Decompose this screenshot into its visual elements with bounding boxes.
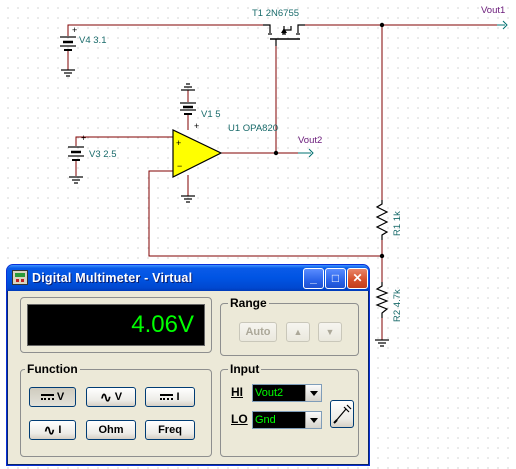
t1-label: T1 2N6755: [252, 8, 299, 19]
reading-display: 4.06V: [27, 304, 205, 346]
dc-voltage-button[interactable]: V: [29, 387, 76, 407]
vout2-terminal-icon: [298, 148, 314, 158]
title-bar[interactable]: Digital Multimeter - Virtual _ □ ✕: [7, 265, 369, 291]
svg-text:+: +: [176, 138, 181, 148]
dropdown-arrow-icon[interactable]: [305, 385, 321, 401]
r1-label: R1 1k: [392, 211, 403, 236]
input-panel: Input HI Vout2 LO Gnd: [220, 362, 359, 457]
lo-label: LO: [231, 412, 248, 426]
function-label: Function: [25, 362, 80, 376]
hi-label: HI: [231, 385, 243, 399]
vout1-label: Vout1: [481, 5, 505, 16]
multimeter-window[interactable]: Digital Multimeter - Virtual _ □ ✕ 4.06V…: [6, 264, 370, 466]
display-panel: 4.06V: [20, 297, 212, 353]
dc-icon: [160, 394, 174, 401]
ac-wave-icon: ∿: [99, 389, 112, 406]
range-down-button[interactable]: ▼: [318, 322, 342, 342]
ac-wave-icon: ∿: [43, 422, 56, 439]
function-panel: Function V ∿ V I ∿ I Ohm Freq: [20, 362, 212, 457]
dc-current-button[interactable]: I: [145, 387, 195, 407]
battery-v4-symbol: [60, 36, 76, 51]
maximize-icon[interactable]: □: [325, 268, 346, 289]
range-label: Range: [228, 296, 269, 310]
svg-text:+: +: [72, 25, 77, 35]
svg-text:−: −: [177, 161, 182, 171]
junction-dot: [379, 22, 385, 28]
probe-icon: [333, 404, 352, 424]
close-icon[interactable]: ✕: [347, 268, 368, 289]
v4-label: V4 3.1: [79, 35, 106, 46]
hi-select-value: Vout2: [255, 387, 284, 399]
window-title: Digital Multimeter - Virtual: [32, 271, 193, 285]
range-panel: Range Auto ▲ ▼: [220, 296, 359, 356]
probe-button[interactable]: [330, 400, 354, 428]
freq-button[interactable]: Freq: [145, 420, 195, 440]
ground-symbol: [181, 195, 195, 203]
ground-symbol: [61, 69, 75, 77]
dc-icon: [40, 394, 54, 401]
junction-dot: [273, 150, 279, 156]
v3-label: V3 2.5: [89, 149, 116, 160]
r2-label: R2 4.7k: [392, 289, 403, 322]
vout2-label: Vout2: [298, 135, 322, 146]
lo-select-value: Gnd: [255, 414, 276, 426]
v1-label: V1 5: [201, 109, 221, 120]
ohm-button[interactable]: Ohm: [86, 420, 136, 440]
resistor-r1-symbol: [375, 200, 389, 240]
ground-symbol: [69, 176, 83, 184]
multimeter-app-icon[interactable]: [12, 270, 28, 285]
ground-symbol: [375, 339, 389, 347]
hi-input-select[interactable]: Vout2: [252, 384, 322, 402]
junction-dot: [379, 253, 385, 259]
auto-range-button[interactable]: Auto: [239, 322, 277, 342]
ac-current-button[interactable]: ∿ I: [29, 420, 76, 440]
resistor-r2-symbol: [375, 282, 389, 318]
svg-text:+: +: [194, 121, 199, 131]
lo-input-select[interactable]: Gnd: [252, 411, 322, 429]
svg-text:+: +: [81, 133, 86, 143]
input-label: Input: [228, 362, 262, 376]
vout1-terminal-icon: [497, 20, 508, 30]
range-up-button[interactable]: ▲: [286, 322, 310, 342]
u1-label: U1 OPA820: [228, 123, 278, 134]
minimize-icon[interactable]: _: [303, 268, 324, 289]
battery-v1-symbol: [180, 102, 196, 115]
battery-v3-symbol: [68, 146, 84, 161]
ground-symbol: [181, 83, 195, 91]
ac-voltage-button[interactable]: ∿ V: [86, 387, 136, 407]
dropdown-arrow-icon[interactable]: [305, 412, 321, 428]
